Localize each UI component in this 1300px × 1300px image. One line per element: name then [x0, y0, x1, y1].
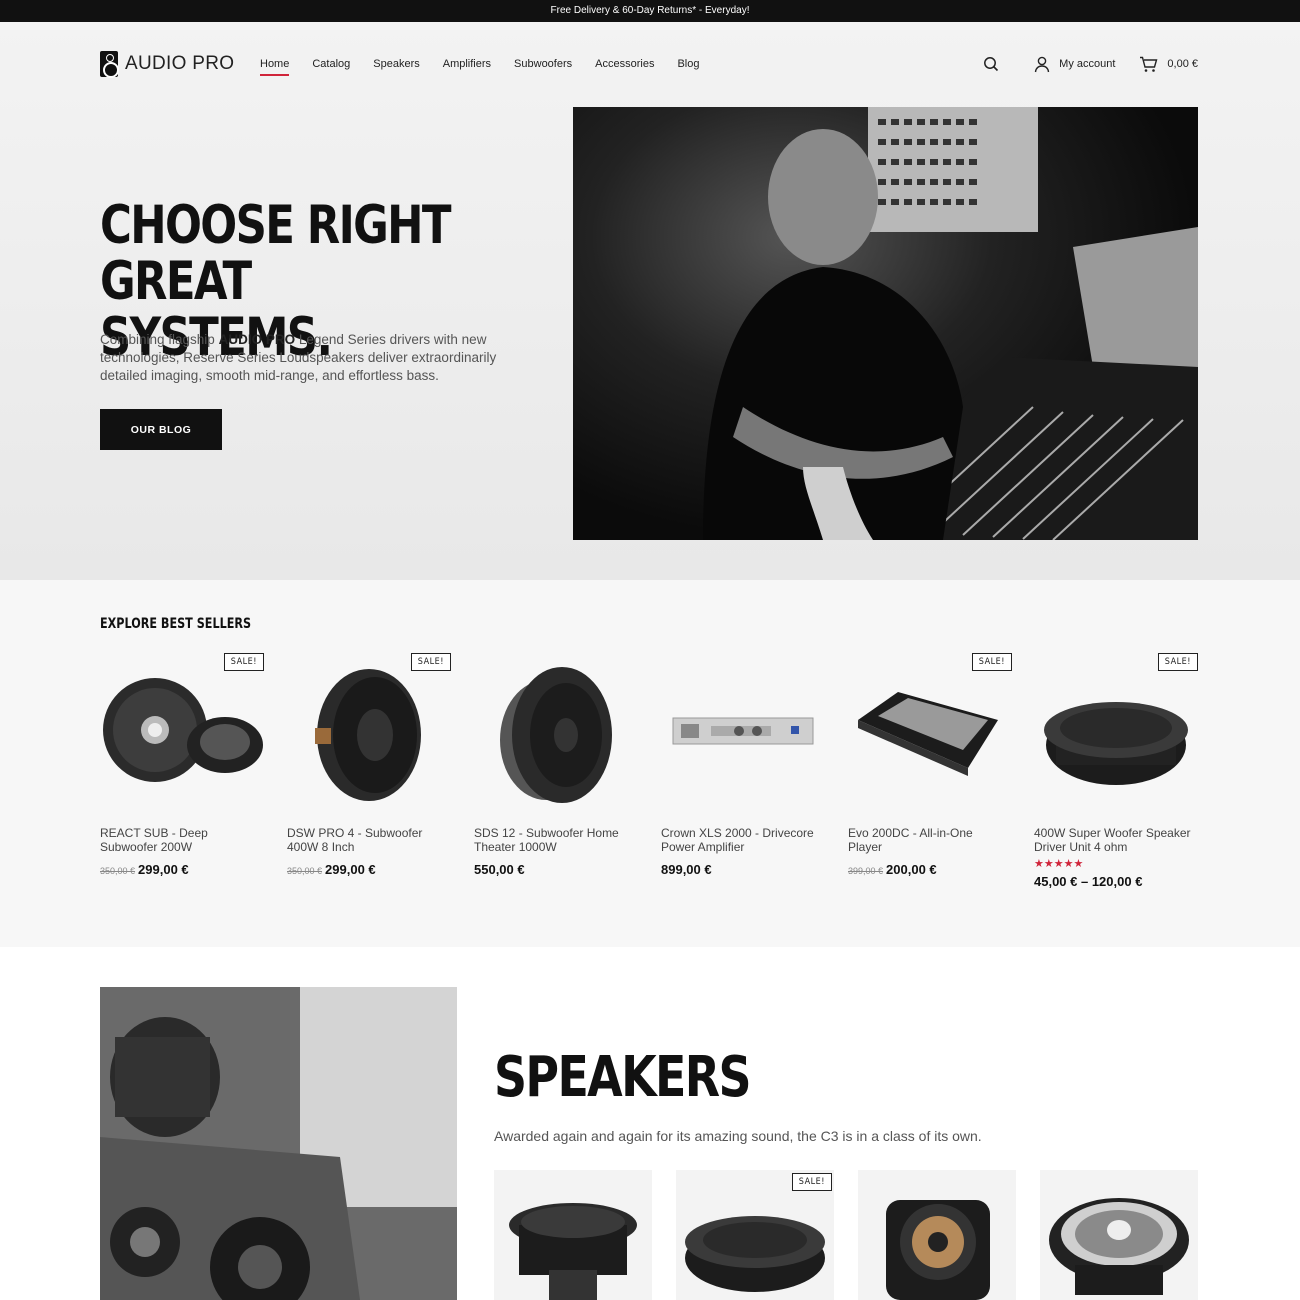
account-label: My account [1059, 58, 1116, 70]
product-image[interactable]: SALE! [1034, 650, 1198, 814]
speakers-photo [100, 987, 457, 1300]
main-nav: Home Catalog Speakers Amplifiers Subwoof… [260, 58, 722, 76]
nav-item-home[interactable]: Home [260, 58, 290, 76]
nav-item-amplifiers[interactable]: Amplifiers [443, 58, 491, 76]
hero-title-line-1: CHOOSE RIGHT [100, 195, 452, 256]
speaker-product-card[interactable] [1040, 1170, 1198, 1300]
speakers-subtitle: Awarded again and again for its amazing … [494, 1128, 982, 1144]
user-icon [1034, 56, 1050, 73]
speaker-product-card[interactable] [494, 1170, 652, 1300]
product-name[interactable]: SDS 12 - Subwoofer Home Theater 1000W [474, 826, 638, 854]
speaker-logo-icon [100, 51, 119, 78]
product-price: 350,00 €299,00 € [287, 862, 451, 877]
announcement-bar: Free Delivery & 60-Day Returns* - Everyd… [0, 0, 1300, 22]
old-price: 350,00 € [287, 866, 323, 876]
sale-badge: SALE! [410, 653, 451, 671]
rating-stars: ★★★★★ [1034, 858, 1084, 870]
product-image[interactable]: SALE! [100, 650, 264, 814]
current-price: 299,00 € [325, 862, 376, 877]
product-price: 550,00 € [474, 862, 638, 877]
old-price: 350,00 € [100, 866, 136, 876]
best-sellers-title: EXPLORE BEST SELLERS [100, 616, 252, 632]
product-card[interactable]: SALE! REACT SUB - Deep Subwoofer 200W 35… [100, 650, 264, 877]
announcement-text: Free Delivery & 60-Day Returns* - Everyd… [550, 5, 750, 16]
sale-badge: SALE! [971, 653, 1012, 671]
product-price: 399,00 €200,00 € [848, 862, 1012, 877]
product-name[interactable]: 400W Super Woofer Speaker Driver Unit 4 … [1034, 826, 1198, 854]
current-price: 550,00 € [474, 862, 525, 877]
product-name[interactable]: Crown XLS 2000 - Drivecore Power Amplifi… [661, 826, 825, 854]
nav-item-blog[interactable]: Blog [677, 58, 699, 76]
hero-studio-photo [573, 107, 1198, 540]
logo-text: AUDIO PRO [125, 53, 235, 74]
current-price: 299,00 € [138, 862, 189, 877]
speakers-title: SPEAKERS [494, 1045, 752, 1110]
product-name[interactable]: DSW PRO 4 - Subwoofer 400W 8 Inch [287, 826, 451, 854]
speaker-product-card[interactable] [858, 1170, 1016, 1300]
nav-item-speakers[interactable]: Speakers [373, 58, 419, 76]
nav-item-catalog[interactable]: Catalog [312, 58, 350, 76]
product-price: 350,00 €299,00 € [100, 862, 264, 877]
product-image[interactable] [474, 650, 638, 814]
product-image[interactable]: SALE! [848, 650, 1012, 814]
hero-description: Combining flagship AUDIO PRO Legend Seri… [100, 332, 497, 383]
cart-icon [1140, 56, 1158, 72]
current-price: 899,00 € [661, 862, 712, 877]
header-tools: My account 0,00 € [983, 55, 1198, 73]
search-icon [984, 57, 999, 72]
cart-total: 0,00 € [1167, 58, 1198, 70]
product-card[interactable]: Crown XLS 2000 - Drivecore Power Amplifi… [661, 650, 825, 877]
sale-badge: SALE! [223, 653, 264, 671]
hero-brand: AUDIO PRO [218, 332, 296, 347]
nav-item-subwoofers[interactable]: Subwoofers [514, 58, 572, 76]
current-price: 200,00 € [886, 862, 937, 877]
search-button[interactable] [983, 56, 999, 72]
old-price: 399,00 € [848, 866, 884, 876]
product-name[interactable]: REACT SUB - Deep Subwoofer 200W [100, 826, 264, 854]
product-image[interactable] [661, 650, 825, 814]
site-logo[interactable]: AUDIO PRO [100, 51, 235, 78]
product-card[interactable]: SALE! DSW PRO 4 - Subwoofer 400W 8 Inch … [287, 650, 451, 877]
product-card[interactable]: SALE! 400W Super Woofer Speaker Driver U… [1034, 650, 1198, 889]
product-image[interactable]: SALE! [287, 650, 451, 814]
site-header: AUDIO PRO Home Catalog Speakers Amplifie… [0, 22, 1300, 106]
account-link[interactable]: My account [1033, 55, 1115, 73]
sale-badge: SALE! [1157, 653, 1198, 671]
product-card[interactable]: SDS 12 - Subwoofer Home Theater 1000W 55… [474, 650, 638, 877]
product-name[interactable]: Evo 200DC - All-in-One Player [848, 826, 1012, 854]
product-card[interactable]: SALE! Evo 200DC - All-in-One Player 399,… [848, 650, 1012, 877]
nav-item-accessories[interactable]: Accessories [595, 58, 654, 76]
speaker-product-card[interactable]: SALE! [676, 1170, 834, 1300]
current-price: 45,00 € – 120,00 € [1034, 874, 1143, 889]
product-price: 899,00 € [661, 862, 825, 877]
cart-link[interactable]: 0,00 € [1139, 56, 1198, 73]
sale-badge: SALE! [791, 1173, 832, 1191]
our-blog-button[interactable]: OUR BLOG [100, 409, 222, 450]
product-price: 45,00 € – 120,00 € [1034, 874, 1198, 889]
